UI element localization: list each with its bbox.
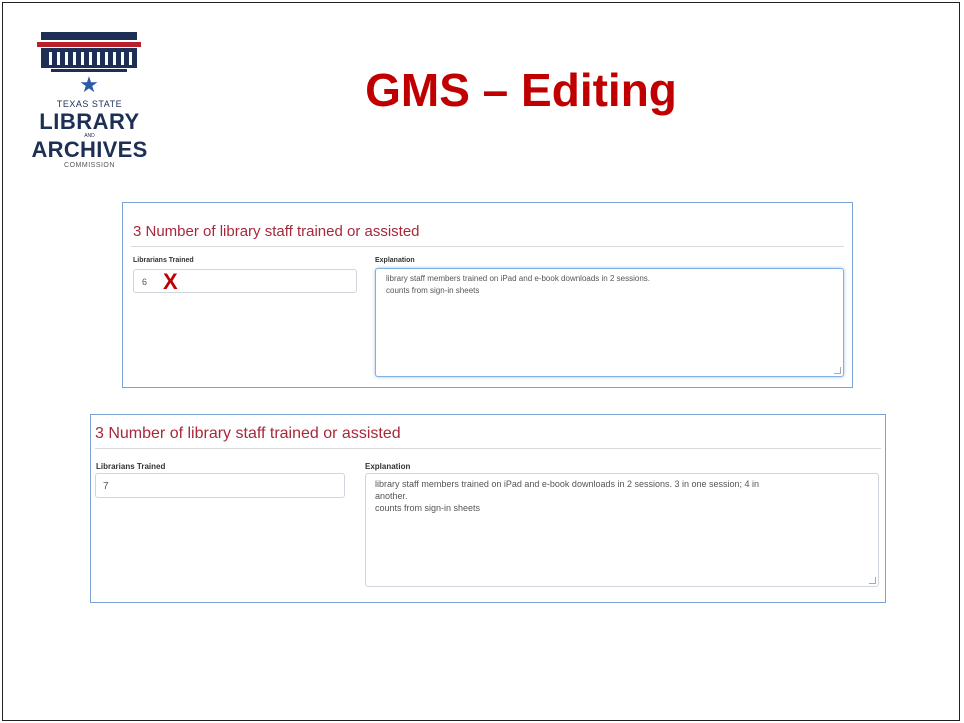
explanation-textarea[interactable]: library staff members trained on iPad an… (375, 268, 844, 377)
building-icon (41, 32, 137, 40)
screenshot-before: 3 Number of library staff trained or ass… (122, 202, 853, 388)
resize-handle[interactable] (869, 577, 876, 584)
resize-handle[interactable] (834, 367, 841, 374)
divider (95, 448, 881, 449)
explanation-line: another. (375, 491, 408, 501)
incorrect-mark: X (163, 269, 178, 294)
librarians-trained-label: Librarians Trained (96, 462, 166, 471)
slide-title: GMS – Editing (365, 64, 677, 116)
building-band (37, 42, 141, 47)
star-icon: ★ (79, 72, 99, 97)
screenshot-after: 3 Number of library staff trained or ass… (90, 414, 886, 603)
explanation-label: Explanation (375, 257, 415, 264)
explanation-line: library staff members trained on iPad an… (375, 479, 760, 489)
explanation-label: Explanation (365, 462, 411, 471)
tslac-logo: ★ TEXAS STATE LIBRARY AND ARCHIVES COMMI… (27, 25, 152, 175)
explanation-textarea[interactable]: library staff members trained on iPad an… (365, 473, 879, 587)
logo-line-commission: COMMISSION (64, 162, 115, 169)
logo-line-archives: ARCHIVES (31, 137, 148, 162)
divider (131, 246, 844, 247)
section-title: 3 Number of library staff trained or ass… (133, 223, 420, 240)
explanation-line: library staff members trained on iPad an… (386, 274, 650, 283)
building-columns (41, 48, 137, 68)
librarians-trained-input[interactable]: 7 (95, 473, 345, 498)
librarians-trained-label: Librarians Trained (133, 257, 194, 264)
logo-line-texas-state: TEXAS STATE (56, 99, 123, 109)
section-title: 3 Number of library staff trained or ass… (95, 425, 401, 442)
explanation-line: counts from sign-in sheets (386, 286, 480, 295)
logo-line-library: LIBRARY (39, 109, 140, 134)
explanation-line: counts from sign-in sheets (375, 503, 481, 513)
slide: ★ TEXAS STATE LIBRARY AND ARCHIVES COMMI… (2, 2, 960, 721)
